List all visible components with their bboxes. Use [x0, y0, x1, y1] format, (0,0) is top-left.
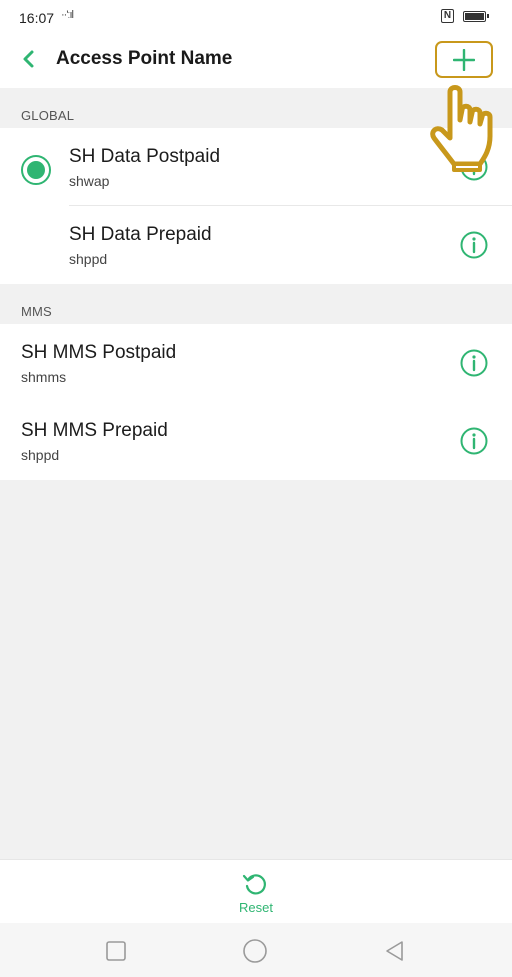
info-icon[interactable]	[459, 426, 489, 456]
apn-name: SH Data Prepaid	[69, 224, 212, 245]
info-icon[interactable]	[459, 348, 489, 378]
section-header-global: GLOBAL	[0, 88, 512, 128]
section-header-mms: MMS	[0, 284, 512, 324]
triangle-back-icon[interactable]	[381, 937, 409, 965]
status-time: 16:07	[19, 10, 55, 26]
apn-value: shmms	[21, 369, 67, 385]
signal-icon: ··'ːıl	[61, 9, 74, 21]
apn-value: shwap	[69, 173, 110, 189]
section-label: MMS	[21, 304, 52, 319]
radio-selected[interactable]	[21, 155, 51, 185]
battery-icon	[463, 11, 489, 22]
square-recents-icon[interactable]	[102, 937, 130, 965]
apn-name: SH Data Postpaid	[69, 146, 221, 167]
apn-name: SH MMS Prepaid	[21, 420, 168, 441]
apn-item-sh-data-prepaid[interactable]: SH Data Prepaid shppd	[0, 206, 512, 284]
apn-item-sh-data-postpaid[interactable]: SH Data Postpaid shwap	[0, 128, 512, 206]
apn-value: shppd	[21, 447, 60, 463]
reset-label: Reset	[239, 900, 273, 915]
apn-item-sh-mms-prepaid[interactable]: SH MMS Prepaid shppd	[0, 402, 512, 480]
info-icon[interactable]	[459, 152, 489, 182]
nfc-icon: N	[441, 9, 454, 23]
app-bar: Access Point Name	[0, 34, 512, 88]
reset-button[interactable]: Reset	[226, 866, 286, 920]
plus-icon	[453, 49, 475, 71]
page-title: Access Point Name	[56, 48, 233, 69]
apn-name: SH MMS Postpaid	[21, 342, 177, 363]
system-nav-bar	[0, 923, 512, 977]
bottom-action-bar: Reset	[0, 859, 512, 923]
apn-item-sh-mms-postpaid[interactable]: SH MMS Postpaid shmms	[0, 324, 512, 402]
apn-group-mms: SH MMS Postpaid shmms SH MMS Prepaid shp…	[0, 324, 512, 480]
section-label: GLOBAL	[21, 108, 75, 123]
apn-group-global: SH Data Postpaid shwap SH Data Prepaid s…	[0, 128, 512, 284]
apn-value: shppd	[69, 251, 108, 267]
status-bar: 16:07 ··'ːıl N	[0, 0, 512, 34]
add-apn-button[interactable]	[435, 41, 493, 78]
chevron-left-icon	[23, 50, 34, 68]
back-button[interactable]	[14, 44, 44, 74]
circle-home-icon[interactable]	[241, 937, 269, 965]
refresh-icon	[242, 874, 266, 895]
info-icon[interactable]	[459, 230, 489, 260]
